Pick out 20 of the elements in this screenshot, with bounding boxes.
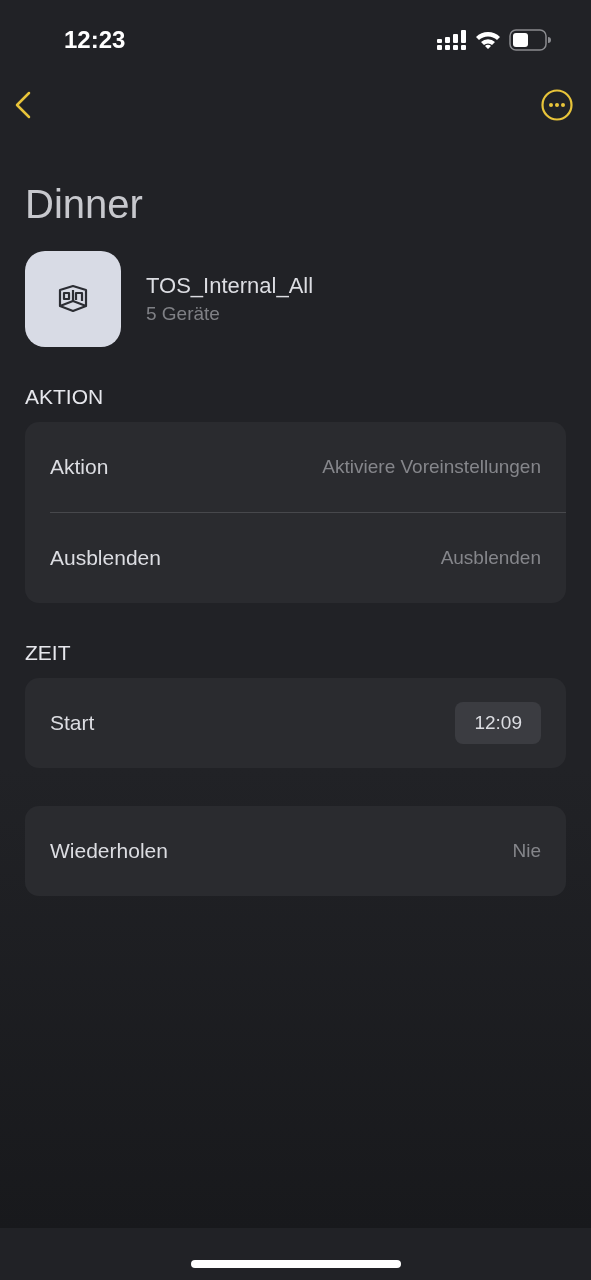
- row-label: Ausblenden: [50, 546, 162, 570]
- row-value[interactable]: Nie: [512, 840, 541, 862]
- page-title: Dinner: [25, 182, 144, 227]
- row-value[interactable]: Ausblenden: [440, 547, 541, 569]
- section-header: ZEIT: [25, 641, 72, 665]
- device-count: 5 Geräte: [146, 303, 221, 325]
- group-name: TOS_Internal_All: [146, 273, 314, 299]
- signal-icon: [437, 30, 467, 50]
- clock-time: 12:23: [64, 26, 127, 54]
- section-header: AKTION: [25, 385, 105, 409]
- row-value[interactable]: Aktiviere Voreinstellungen: [322, 456, 541, 478]
- wifi-icon: [475, 30, 501, 50]
- row-label: Aktion: [50, 455, 110, 479]
- cube-icon: [57, 284, 89, 314]
- back-icon[interactable]: [14, 91, 32, 119]
- time-button[interactable]: 12:09: [455, 702, 541, 744]
- more-icon[interactable]: [541, 89, 573, 121]
- battery-icon: [509, 29, 551, 51]
- row-label: Wiederholen: [50, 839, 169, 863]
- row-label: Start: [50, 711, 96, 735]
